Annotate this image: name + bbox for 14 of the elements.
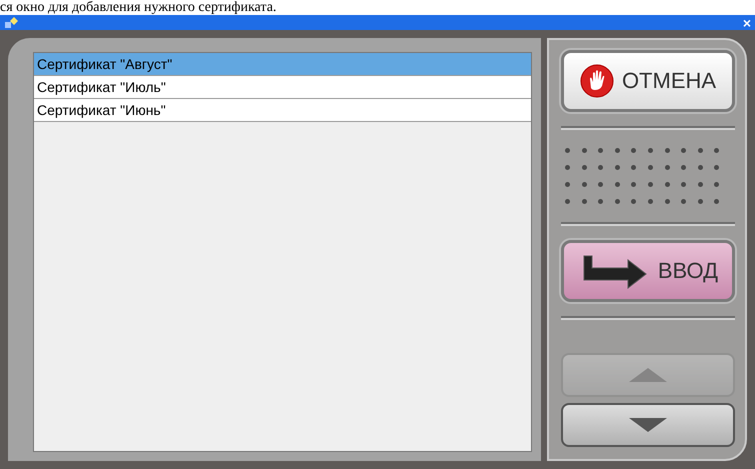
- enter-button[interactable]: ВВОД: [561, 240, 735, 302]
- list-item[interactable]: Сертификат "Август": [34, 53, 531, 76]
- hand-icon: [580, 64, 614, 98]
- triangle-up-icon: [628, 367, 668, 383]
- cancel-label: ОТМЕНА: [622, 68, 716, 94]
- enter-label: ВВОД: [658, 258, 718, 284]
- caption-text: ся окно для добавления нужного сертификата.: [0, 0, 278, 15]
- scroll-down-button[interactable]: [561, 403, 735, 447]
- cancel-button[interactable]: ОТМЕНА: [561, 50, 735, 112]
- triangle-down-icon: [628, 417, 668, 433]
- list-item[interactable]: Сертификат "Июнь": [34, 99, 531, 122]
- close-button[interactable]: ×: [742, 16, 751, 30]
- app-icon: [4, 16, 18, 28]
- list-item[interactable]: Сертификат "Июль": [34, 76, 531, 99]
